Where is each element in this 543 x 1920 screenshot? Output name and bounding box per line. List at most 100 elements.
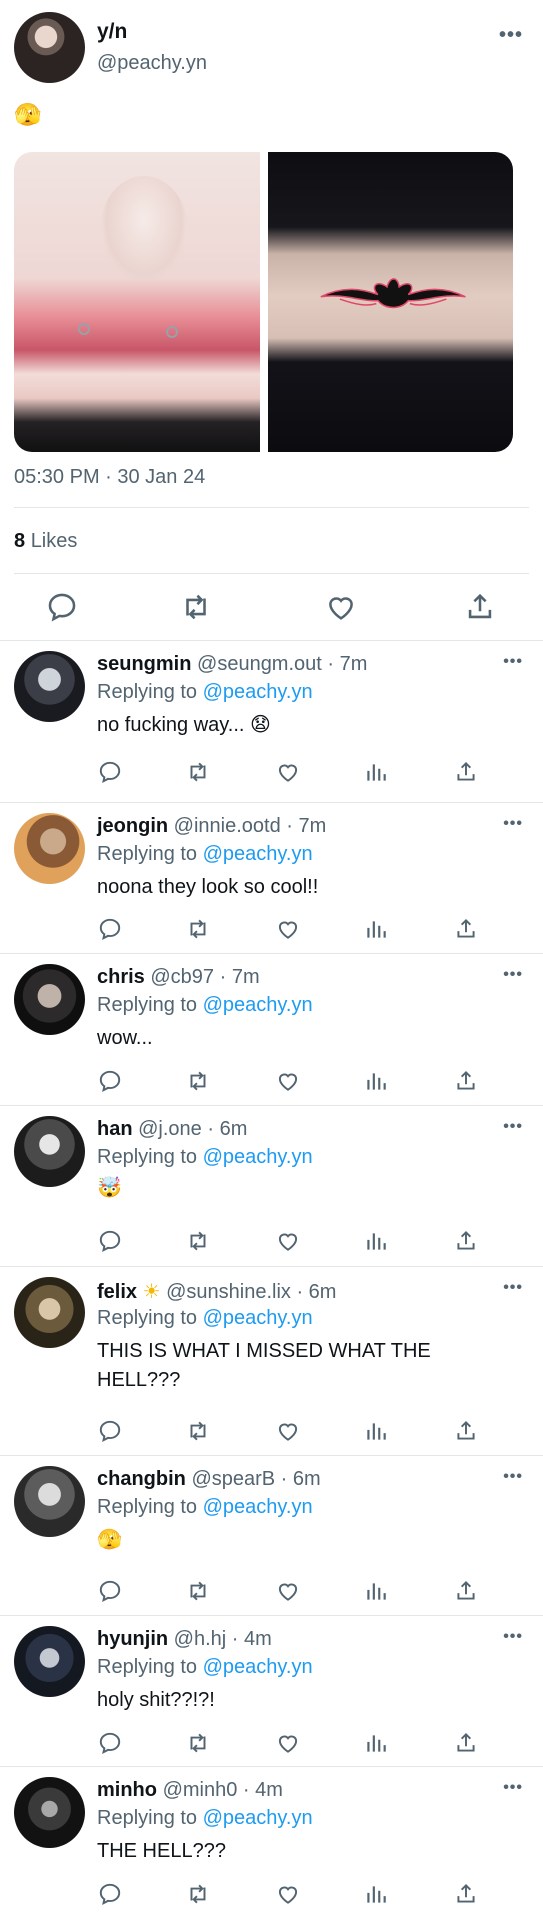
more-options-button[interactable]: ••• (503, 653, 523, 671)
reply-author-handle[interactable]: @spearB · 6m (191, 1468, 320, 1490)
reply-tweet[interactable]: jeongin @innie.ootd · 7m ••• Replying to… (0, 802, 543, 953)
retweet-icon[interactable] (185, 1228, 211, 1254)
views-icon[interactable] (363, 1228, 389, 1254)
like-icon[interactable] (324, 590, 358, 624)
reply-author-name[interactable]: chris (97, 966, 145, 988)
reply-icon[interactable] (97, 1578, 123, 1604)
author-handle[interactable]: @peachy.yn (97, 52, 207, 75)
retweet-icon[interactable] (185, 1418, 211, 1444)
like-icon[interactable] (275, 1730, 301, 1756)
like-icon[interactable] (275, 1578, 301, 1604)
reply-author-name[interactable]: jeongin (97, 815, 168, 837)
reply-icon[interactable] (97, 916, 123, 942)
reply-tweet[interactable]: hyunjin @h.hj · 4m ••• Replying to @peac… (0, 1615, 543, 1766)
views-icon[interactable] (363, 1068, 389, 1094)
share-icon[interactable] (453, 1578, 479, 1604)
reply-tweet[interactable]: seungmin @seungm.out · 7m ••• Replying t… (0, 640, 543, 802)
avatar[interactable] (14, 651, 85, 722)
mention-link[interactable]: @peachy.yn (203, 1656, 313, 1678)
like-icon[interactable] (275, 1418, 301, 1444)
reply-icon[interactable] (97, 1881, 123, 1907)
like-icon[interactable] (275, 759, 301, 785)
like-icon[interactable] (275, 1881, 301, 1907)
avatar[interactable] (14, 12, 85, 83)
reply-author-handle[interactable]: @minh0 · 4m (163, 1779, 283, 1801)
mention-link[interactable]: @peachy.yn (203, 994, 313, 1016)
reply-author-name[interactable]: hyunjin (97, 1628, 168, 1650)
more-options-button[interactable]: ••• (503, 966, 523, 984)
more-options-button[interactable]: ••• (503, 1468, 523, 1486)
lip-piercing-photo[interactable] (14, 152, 260, 452)
mention-link[interactable]: @peachy.yn (203, 843, 313, 865)
reply-icon[interactable] (97, 759, 123, 785)
views-icon[interactable] (363, 1730, 389, 1756)
likes-count[interactable]: 8 Likes (14, 530, 77, 553)
reply-icon[interactable] (97, 1228, 123, 1254)
reply-icon[interactable] (45, 590, 79, 624)
like-icon[interactable] (275, 1228, 301, 1254)
retweet-icon[interactable] (185, 1730, 211, 1756)
like-icon[interactable] (275, 916, 301, 942)
views-icon[interactable] (363, 759, 389, 785)
share-icon[interactable] (453, 1068, 479, 1094)
avatar[interactable] (14, 813, 85, 884)
reply-icon[interactable] (97, 1068, 123, 1094)
mention-link[interactable]: @peachy.yn (203, 1496, 313, 1518)
reply-tweet[interactable]: minho @minh0 · 4m ••• Replying to @peach… (0, 1766, 543, 1920)
views-icon[interactable] (363, 916, 389, 942)
views-icon[interactable] (363, 1881, 389, 1907)
share-icon[interactable] (453, 1881, 479, 1907)
mention-link[interactable]: @peachy.yn (203, 681, 313, 703)
retweet-icon[interactable] (185, 1068, 211, 1094)
reply-author-name[interactable]: han (97, 1118, 133, 1140)
reply-tweet[interactable]: chris @cb97 · 7m ••• Replying to @peachy… (0, 953, 543, 1105)
more-options-button[interactable]: ••• (499, 24, 523, 47)
reply-author-handle[interactable]: @j.one · 6m (138, 1118, 247, 1140)
avatar[interactable] (14, 964, 85, 1035)
reply-author-name[interactable]: changbin (97, 1468, 186, 1490)
retweet-icon[interactable] (185, 1881, 211, 1907)
reply-author-name[interactable]: felix (97, 1281, 137, 1303)
avatar[interactable] (14, 1466, 85, 1537)
avatar[interactable] (14, 1777, 85, 1848)
more-options-button[interactable]: ••• (503, 1279, 523, 1297)
mention-link[interactable]: @peachy.yn (203, 1307, 313, 1329)
retweet-icon[interactable] (185, 916, 211, 942)
retweet-icon[interactable] (185, 1578, 211, 1604)
reply-author-handle[interactable]: @cb97 · 7m (150, 966, 259, 988)
reply-tweet[interactable]: felix ☀ @sunshine.lix · 6m ••• Replying … (0, 1266, 543, 1455)
share-icon[interactable] (453, 1228, 479, 1254)
lower-back-tattoo-photo[interactable] (267, 152, 513, 452)
reply-tweet[interactable]: han @j.one · 6m ••• Replying to @peachy.… (0, 1105, 543, 1266)
reply-author-handle[interactable]: @seungm.out · 7m (197, 653, 367, 675)
share-icon[interactable] (453, 1418, 479, 1444)
more-options-button[interactable]: ••• (503, 815, 523, 833)
reply-author-handle[interactable]: @innie.ootd · 7m (174, 815, 327, 837)
share-icon[interactable] (453, 916, 479, 942)
more-options-button[interactable]: ••• (503, 1779, 523, 1797)
reply-icon[interactable] (97, 1730, 123, 1756)
reply-author-handle[interactable]: @h.hj · 4m (174, 1628, 272, 1650)
more-options-button[interactable]: ••• (503, 1118, 523, 1136)
views-icon[interactable] (363, 1418, 389, 1444)
share-icon[interactable] (453, 759, 479, 785)
avatar[interactable] (14, 1626, 85, 1697)
reply-author-name[interactable]: seungmin (97, 653, 191, 675)
like-icon[interactable] (275, 1068, 301, 1094)
reply-tweet[interactable]: changbin @spearB · 6m ••• Replying to @p… (0, 1455, 543, 1615)
mention-link[interactable]: @peachy.yn (203, 1807, 313, 1829)
timestamp[interactable]: 05:30 PM · 30 Jan 24 (14, 466, 205, 489)
share-icon[interactable] (463, 590, 497, 624)
share-icon[interactable] (453, 1730, 479, 1756)
retweet-icon[interactable] (179, 590, 213, 624)
avatar[interactable] (14, 1116, 85, 1187)
retweet-icon[interactable] (185, 759, 211, 785)
mention-link[interactable]: @peachy.yn (203, 1146, 313, 1168)
author-name[interactable]: y/n (97, 20, 127, 44)
more-options-button[interactable]: ••• (503, 1628, 523, 1646)
reply-author-handle[interactable]: @sunshine.lix · 6m (166, 1281, 336, 1303)
avatar[interactable] (14, 1277, 85, 1348)
reply-author-name[interactable]: minho (97, 1779, 157, 1801)
reply-icon[interactable] (97, 1418, 123, 1444)
views-icon[interactable] (363, 1578, 389, 1604)
